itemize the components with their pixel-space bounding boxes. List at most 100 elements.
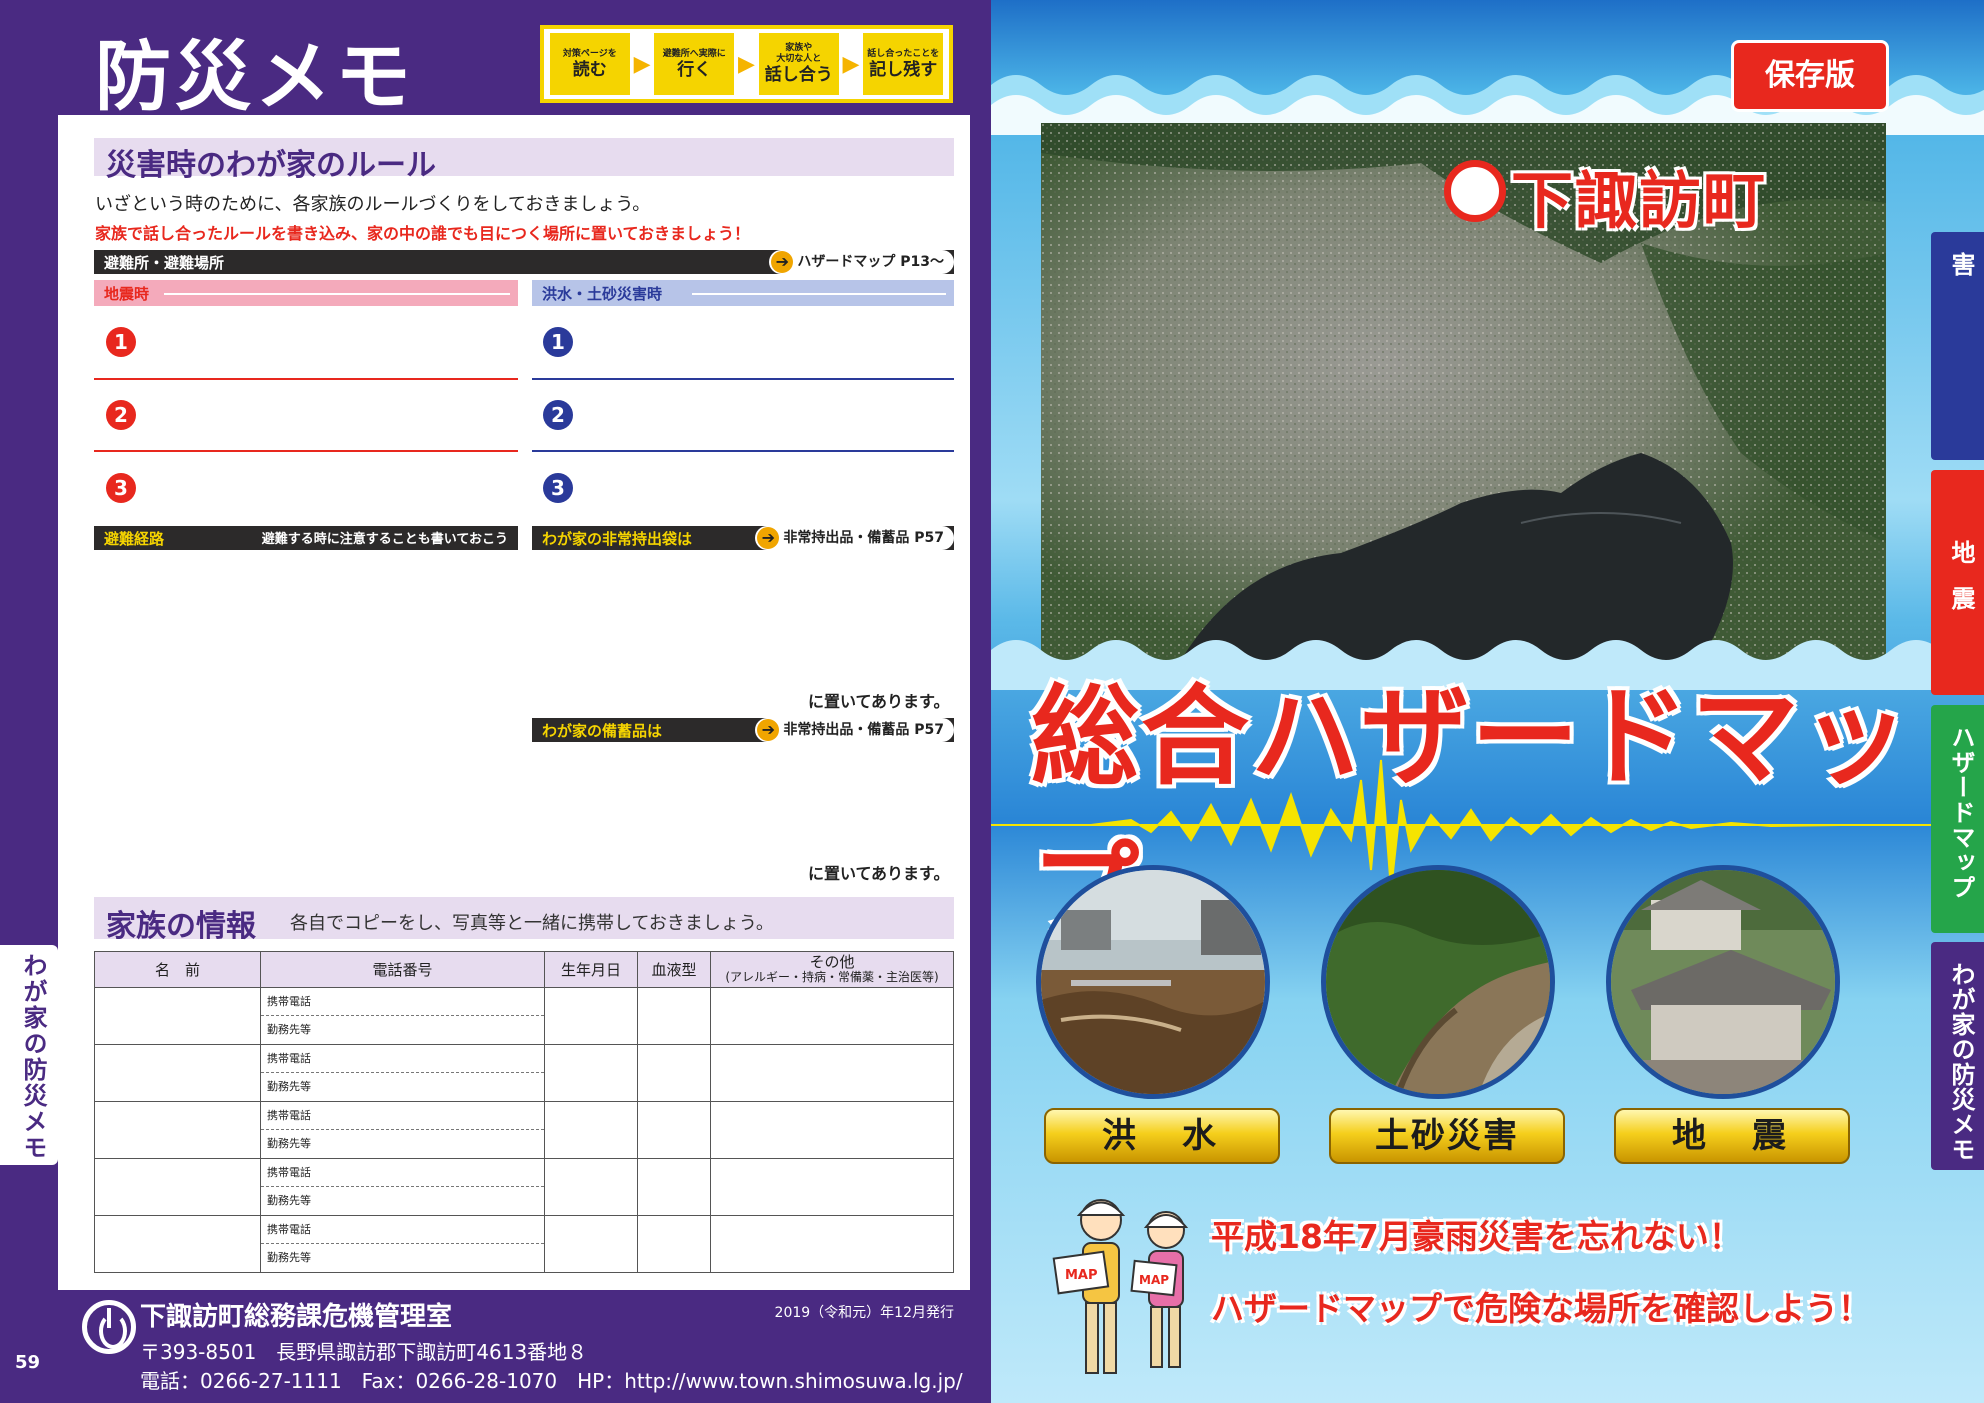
other-cell[interactable] bbox=[710, 987, 954, 1045]
side-tab[interactable]: わが家の防災メモ bbox=[0, 945, 58, 1165]
map-sign-text: MAP bbox=[1065, 1268, 1098, 1283]
index-tab-earthquake-label: 地震 bbox=[1947, 540, 1975, 632]
table-row: 携帯電話 勤務先等 bbox=[94, 1101, 954, 1159]
landslide-label: 土砂災害 bbox=[1329, 1108, 1565, 1164]
org-contact[interactable]: 電話：0266-27-1111 Fax：0266-28-1070 HP：http… bbox=[140, 1365, 963, 1394]
emergency-bag-bar: わが家の非常持出袋は ➔ 非常持出品・備蓄品 P57 bbox=[532, 526, 954, 550]
mobile-phone-label: 携帯電話 bbox=[261, 1045, 544, 1073]
name-cell[interactable] bbox=[94, 1215, 261, 1273]
phone-cell[interactable]: 携帯電話 勤務先等 bbox=[260, 987, 545, 1045]
side-tab-label: わが家の防災メモ bbox=[19, 953, 47, 1161]
index-tab-memo-label: わが家の防災メモ bbox=[1947, 962, 1975, 1162]
col-other: その他 (アレルギー・持病・常備薬・主治医等) bbox=[710, 951, 954, 988]
step-talk-label: 話し合う bbox=[764, 65, 833, 85]
blood-type-cell[interactable] bbox=[637, 1215, 711, 1273]
arrow-right-icon: ▶ bbox=[633, 51, 651, 77]
birthday-cell[interactable] bbox=[544, 1101, 638, 1159]
steps-flow: 対策ページを 読む ▶ 避難所へ実際に 行く ▶ 家族や 大切な人と 話し合う … bbox=[540, 25, 953, 103]
rules-heading: 災害時のわが家のルール bbox=[106, 148, 436, 183]
other-cell[interactable] bbox=[710, 1044, 954, 1102]
mobile-phone-label: 携帯電話 bbox=[261, 1102, 544, 1130]
birthday-cell[interactable] bbox=[544, 1158, 638, 1216]
phone-cell[interactable]: 携帯電話 勤務先等 bbox=[260, 1215, 545, 1273]
other-cell[interactable] bbox=[710, 1215, 954, 1273]
step-record: 話し合ったことを 記し残す bbox=[863, 33, 943, 95]
arrow-right-icon: ➔ bbox=[771, 251, 794, 273]
org-name: 下諏訪町総務課危機管理室 bbox=[140, 1302, 453, 1332]
name-cell[interactable] bbox=[94, 1044, 261, 1102]
flood-label: 洪 水 bbox=[1044, 1108, 1280, 1164]
index-tab-memo[interactable]: わが家の防災メモ bbox=[1931, 942, 1984, 1170]
landslide-photo-image bbox=[1326, 870, 1550, 1094]
write-line[interactable] bbox=[94, 378, 518, 380]
col-name: 名 前 bbox=[94, 951, 261, 988]
index-tab-hazardmap-label: ハザードマップ bbox=[1947, 725, 1975, 900]
phone-cell[interactable]: 携帯電話勤務先等 bbox=[260, 1044, 545, 1102]
other-cell[interactable] bbox=[710, 1158, 954, 1216]
phone-cell[interactable]: 携帯電話 勤務先等 bbox=[260, 1158, 545, 1216]
mobile-phone-label: 携帯電話 bbox=[261, 1159, 544, 1187]
org-address: 〒393-8501 長野県諏訪郡下諏訪町4613番地８ bbox=[140, 1340, 588, 1364]
slogan-remember: 平成18年7月豪雨災害を忘れない！ bbox=[1211, 1217, 1742, 1256]
emergency-bag-ref-text: 非常持出品・備蓄品 P57 bbox=[783, 530, 944, 546]
route-bar: 避難経路 避難する時に注意することも書いておこう bbox=[94, 526, 518, 550]
earthquake-photo-image bbox=[1611, 870, 1835, 1094]
number-3-badge: 3 bbox=[543, 473, 573, 503]
blood-type-cell[interactable] bbox=[637, 1158, 711, 1216]
name-cell[interactable] bbox=[94, 987, 261, 1045]
write-line[interactable] bbox=[94, 450, 518, 452]
blood-type-cell[interactable] bbox=[637, 987, 711, 1045]
emergency-bag-ref: ➔ 非常持出品・備蓄品 P57 bbox=[755, 526, 954, 550]
write-line[interactable] bbox=[532, 450, 954, 452]
name-cell[interactable] bbox=[94, 1158, 261, 1216]
keep-edition-badge: 保存版 bbox=[1731, 40, 1889, 112]
number-3-badge: 3 bbox=[106, 473, 136, 503]
index-tab-earthquake[interactable]: 地震 bbox=[1931, 470, 1984, 695]
step-record-caption: 話し合ったことを bbox=[867, 48, 940, 59]
arrow-right-icon: ▶ bbox=[842, 51, 860, 77]
shelter-bar: 避難所・避難場所 ➔ ハザードマップ P13～ bbox=[94, 250, 954, 274]
quake-subhead-label: 地震時 bbox=[104, 285, 150, 303]
phone-cell[interactable]: 携帯電話 勤務先等 bbox=[260, 1101, 545, 1159]
arrow-right-icon: ➔ bbox=[757, 527, 780, 549]
step-go-caption: 避難所へ実際に bbox=[662, 48, 726, 59]
shelter-ref: ➔ ハザードマップ P13～ bbox=[769, 250, 954, 274]
birthday-cell[interactable] bbox=[544, 1044, 638, 1102]
flood-photo-image bbox=[1041, 870, 1265, 1094]
flood-subhead-label: 洪水・土砂災害時 bbox=[542, 285, 663, 303]
publish-date: 2019（令和元）年12月発行 bbox=[774, 1305, 954, 1321]
index-tab-flood[interactable]: 洪水・土砂災害 bbox=[1931, 232, 1984, 460]
placed-note: に置いてあります。 bbox=[808, 864, 950, 883]
table-row: 携帯電話 勤務先等 bbox=[94, 1158, 954, 1216]
flood-photo bbox=[1036, 865, 1270, 1099]
blood-type-cell[interactable] bbox=[637, 1044, 711, 1102]
work-phone-label: 勤務先等 bbox=[267, 1080, 311, 1093]
col-birthday: 生年月日 bbox=[544, 951, 638, 988]
number-2-badge: 2 bbox=[106, 400, 136, 430]
index-tab-hazardmap[interactable]: ハザードマップ bbox=[1931, 705, 1984, 933]
right-frame bbox=[970, 115, 991, 1290]
rules-heading-band: 災害時のわが家のルール bbox=[94, 138, 954, 183]
step-read-caption: 対策ページを bbox=[562, 48, 617, 59]
blood-type-cell[interactable] bbox=[637, 1101, 711, 1159]
number-2-badge: 2 bbox=[543, 400, 573, 430]
placed-note: に置いてあります。 bbox=[808, 692, 950, 711]
stockpile-ref-text: 非常持出品・備蓄品 P57 bbox=[783, 722, 944, 738]
step-go-label: 行く bbox=[677, 59, 712, 80]
flood-subhead: 洪水・土砂災害時 bbox=[532, 280, 954, 306]
stockpile-bar: わが家の備蓄品は ➔ 非常持出品・備蓄品 P57 bbox=[532, 718, 954, 742]
col-other-label: その他 bbox=[809, 952, 855, 971]
birthday-cell[interactable] bbox=[544, 987, 638, 1045]
other-cell[interactable] bbox=[710, 1101, 954, 1159]
birthday-cell[interactable] bbox=[544, 1215, 638, 1273]
memo-page: 防災メモ 対策ページを 読む ▶ 避難所へ実際に 行く ▶ 家族や 大切な人と … bbox=[0, 0, 991, 1403]
family-heading: 家族の情報 bbox=[106, 909, 256, 944]
name-cell[interactable] bbox=[94, 1101, 261, 1159]
col-other-sub: (アレルギー・持病・常備薬・主治医等) bbox=[725, 969, 939, 984]
mascot-illustration: MAP MAP bbox=[1052, 1199, 1189, 1374]
town-emblem-icon bbox=[1444, 160, 1506, 222]
map-sign-text: MAP bbox=[1139, 1273, 1169, 1287]
slogan-check: ハザードマップで危険な場所を確認しよう！ bbox=[1211, 1289, 1871, 1328]
table-row: 携帯電話 勤務先等 bbox=[94, 987, 954, 1045]
write-line[interactable] bbox=[532, 378, 954, 380]
